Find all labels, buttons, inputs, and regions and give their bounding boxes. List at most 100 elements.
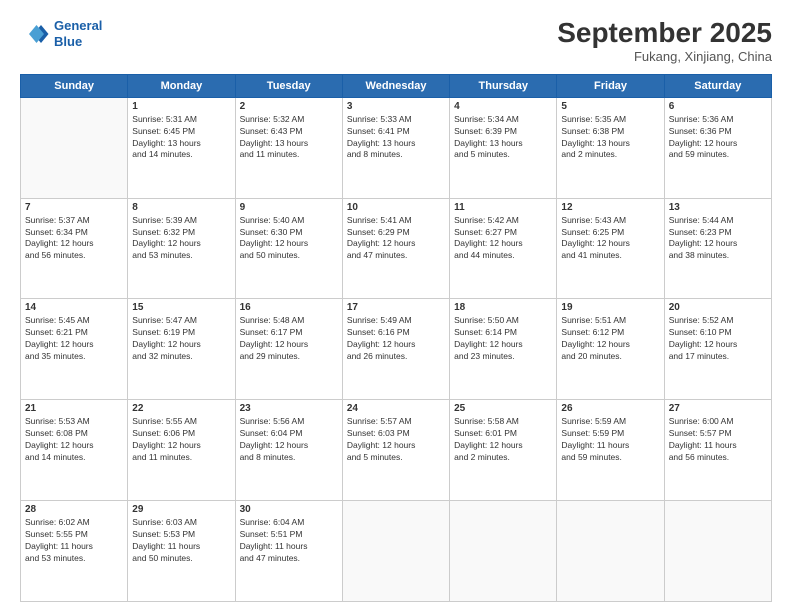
calendar-cell: 13 Sunrise: 5:44 AMSunset: 6:23 PMDayligh… <box>664 198 771 299</box>
day-number: 6 <box>669 101 767 112</box>
calendar-cell: 9 Sunrise: 5:40 AMSunset: 6:30 PMDaylight… <box>235 198 342 299</box>
calendar-cell: 16Sunrise: 5:48 AMSunset: 6:17 PMDayligh… <box>235 299 342 400</box>
calendar-cell: 10 Sunrise: 5:41 AMSunset: 6:29 PMDayligh… <box>342 198 449 299</box>
day-number: 10 <box>347 202 445 213</box>
day-number: 15 <box>132 302 230 313</box>
calendar-cell: 4Sunrise: 5:34 AMSunset: 6:39 PMDaylight… <box>450 97 557 198</box>
day-number: 19 <box>561 302 659 313</box>
calendar-cell: 2 Sunrise: 5:32 AMSunset: 6:43 PMDaylight… <box>235 97 342 198</box>
cell-info: Sunrise: 5:59 AMSunset: 5:59 PMDaylight:… <box>561 416 659 464</box>
week-row-0: 1Sunrise: 5:31 AMSunset: 6:45 PMDaylight… <box>21 97 772 198</box>
weekday-wednesday: Wednesday <box>342 74 449 97</box>
calendar-cell: 19 Sunrise: 5:51 AMSunset: 6:12 PMDayligh… <box>557 299 664 400</box>
day-number: 24 <box>347 403 445 414</box>
day-number: 27 <box>669 403 767 414</box>
cell-info: Sunrise: 5:55 AMSunset: 6:06 PMDaylight:… <box>132 416 230 464</box>
weekday-sunday: Sunday <box>21 74 128 97</box>
week-row-2: 14 Sunrise: 5:45 AMSunset: 6:21 PMDayligh… <box>21 299 772 400</box>
calendar-cell: 25Sunrise: 5:58 AMSunset: 6:01 PMDayligh… <box>450 400 557 501</box>
cell-info: Sunrise: 5:49 AMSunset: 6:16 PMDaylight:… <box>347 315 445 363</box>
calendar-cell: 12Sunrise: 5:43 AMSunset: 6:25 PMDayligh… <box>557 198 664 299</box>
location: Fukang, Xinjiang, China <box>557 49 772 64</box>
cell-info: Sunrise: 5:37 AMSunset: 6:34 PMDaylight:… <box>25 215 123 263</box>
day-number: 2 <box>240 101 338 112</box>
calendar-cell: 22Sunrise: 5:55 AMSunset: 6:06 PMDayligh… <box>128 400 235 501</box>
page: General Blue September 2025 Fukang, Xinj… <box>0 0 792 612</box>
calendar-cell: 17 Sunrise: 5:49 AMSunset: 6:16 PMDayligh… <box>342 299 449 400</box>
calendar-cell <box>450 501 557 602</box>
weekday-tuesday: Tuesday <box>235 74 342 97</box>
cell-info: Sunrise: 5:36 AMSunset: 6:36 PMDaylight:… <box>669 114 767 162</box>
weekday-monday: Monday <box>128 74 235 97</box>
cell-info: Sunrise: 6:04 AMSunset: 5:51 PMDaylight:… <box>240 517 338 565</box>
calendar-cell <box>21 97 128 198</box>
day-number: 17 <box>347 302 445 313</box>
calendar-cell: 3 Sunrise: 5:33 AMSunset: 6:41 PMDaylight… <box>342 97 449 198</box>
cell-info: Sunrise: 5:33 AMSunset: 6:41 PMDaylight:… <box>347 114 445 162</box>
cell-info: Sunrise: 6:03 AMSunset: 5:53 PMDaylight:… <box>132 517 230 565</box>
calendar-cell: 24 Sunrise: 5:57 AMSunset: 6:03 PMDayligh… <box>342 400 449 501</box>
calendar-cell: 27 Sunrise: 6:00 AMSunset: 5:57 PMDayligh… <box>664 400 771 501</box>
day-number: 11 <box>454 202 552 213</box>
cell-info: Sunrise: 5:40 AMSunset: 6:30 PMDaylight:… <box>240 215 338 263</box>
cell-info: Sunrise: 5:45 AMSunset: 6:21 PMDaylight:… <box>25 315 123 363</box>
day-number: 16 <box>240 302 338 313</box>
month-title: September 2025 <box>557 18 772 49</box>
day-number: 28 <box>25 504 123 515</box>
calendar-cell: 30 Sunrise: 6:04 AMSunset: 5:51 PMDayligh… <box>235 501 342 602</box>
calendar-cell: 1Sunrise: 5:31 AMSunset: 6:45 PMDaylight… <box>128 97 235 198</box>
cell-info: Sunrise: 5:51 AMSunset: 6:12 PMDaylight:… <box>561 315 659 363</box>
calendar-cell: 7 Sunrise: 5:37 AMSunset: 6:34 PMDaylight… <box>21 198 128 299</box>
title-block: September 2025 Fukang, Xinjiang, China <box>557 18 772 64</box>
calendar-cell: 11 Sunrise: 5:42 AMSunset: 6:27 PMDayligh… <box>450 198 557 299</box>
day-number: 18 <box>454 302 552 313</box>
day-number: 13 <box>669 202 767 213</box>
cell-info: Sunrise: 5:35 AMSunset: 6:38 PMDaylight:… <box>561 114 659 162</box>
day-number: 25 <box>454 403 552 414</box>
week-row-1: 7 Sunrise: 5:37 AMSunset: 6:34 PMDaylight… <box>21 198 772 299</box>
weekday-header-row: SundayMondayTuesdayWednesdayThursdayFrid… <box>21 74 772 97</box>
weekday-saturday: Saturday <box>664 74 771 97</box>
calendar-cell: 14 Sunrise: 5:45 AMSunset: 6:21 PMDayligh… <box>21 299 128 400</box>
week-row-4: 28 Sunrise: 6:02 AMSunset: 5:55 PMDayligh… <box>21 501 772 602</box>
day-number: 23 <box>240 403 338 414</box>
day-number: 7 <box>25 202 123 213</box>
calendar-cell <box>557 501 664 602</box>
day-number: 4 <box>454 101 552 112</box>
cell-info: Sunrise: 5:57 AMSunset: 6:03 PMDaylight:… <box>347 416 445 464</box>
cell-info: Sunrise: 6:00 AMSunset: 5:57 PMDaylight:… <box>669 416 767 464</box>
logo-icon <box>20 19 50 49</box>
calendar-table: SundayMondayTuesdayWednesdayThursdayFrid… <box>20 74 772 602</box>
calendar-cell <box>664 501 771 602</box>
day-number: 12 <box>561 202 659 213</box>
weekday-thursday: Thursday <box>450 74 557 97</box>
cell-info: Sunrise: 5:31 AMSunset: 6:45 PMDaylight:… <box>132 114 230 162</box>
day-number: 21 <box>25 403 123 414</box>
day-number: 20 <box>669 302 767 313</box>
cell-info: Sunrise: 5:42 AMSunset: 6:27 PMDaylight:… <box>454 215 552 263</box>
cell-info: Sunrise: 5:47 AMSunset: 6:19 PMDaylight:… <box>132 315 230 363</box>
logo-text: General Blue <box>54 18 102 49</box>
day-number: 9 <box>240 202 338 213</box>
calendar-cell: 28 Sunrise: 6:02 AMSunset: 5:55 PMDayligh… <box>21 501 128 602</box>
calendar-cell: 15 Sunrise: 5:47 AMSunset: 6:19 PMDayligh… <box>128 299 235 400</box>
day-number: 30 <box>240 504 338 515</box>
day-number: 5 <box>561 101 659 112</box>
logo-general: General <box>54 18 102 33</box>
cell-info: Sunrise: 5:41 AMSunset: 6:29 PMDaylight:… <box>347 215 445 263</box>
day-number: 14 <box>25 302 123 313</box>
calendar-cell: 20 Sunrise: 5:52 AMSunset: 6:10 PMDayligh… <box>664 299 771 400</box>
cell-info: Sunrise: 5:32 AMSunset: 6:43 PMDaylight:… <box>240 114 338 162</box>
calendar-cell: 6 Sunrise: 5:36 AMSunset: 6:36 PMDaylight… <box>664 97 771 198</box>
calendar-cell: 18Sunrise: 5:50 AMSunset: 6:14 PMDayligh… <box>450 299 557 400</box>
cell-info: Sunrise: 5:39 AMSunset: 6:32 PMDaylight:… <box>132 215 230 263</box>
weekday-friday: Friday <box>557 74 664 97</box>
cell-info: Sunrise: 5:52 AMSunset: 6:10 PMDaylight:… <box>669 315 767 363</box>
day-number: 3 <box>347 101 445 112</box>
cell-info: Sunrise: 5:44 AMSunset: 6:23 PMDaylight:… <box>669 215 767 263</box>
calendar-cell: 21Sunrise: 5:53 AMSunset: 6:08 PMDayligh… <box>21 400 128 501</box>
calendar-cell <box>342 501 449 602</box>
calendar-cell: 29Sunrise: 6:03 AMSunset: 5:53 PMDayligh… <box>128 501 235 602</box>
cell-info: Sunrise: 6:02 AMSunset: 5:55 PMDaylight:… <box>25 517 123 565</box>
cell-info: Sunrise: 5:56 AMSunset: 6:04 PMDaylight:… <box>240 416 338 464</box>
